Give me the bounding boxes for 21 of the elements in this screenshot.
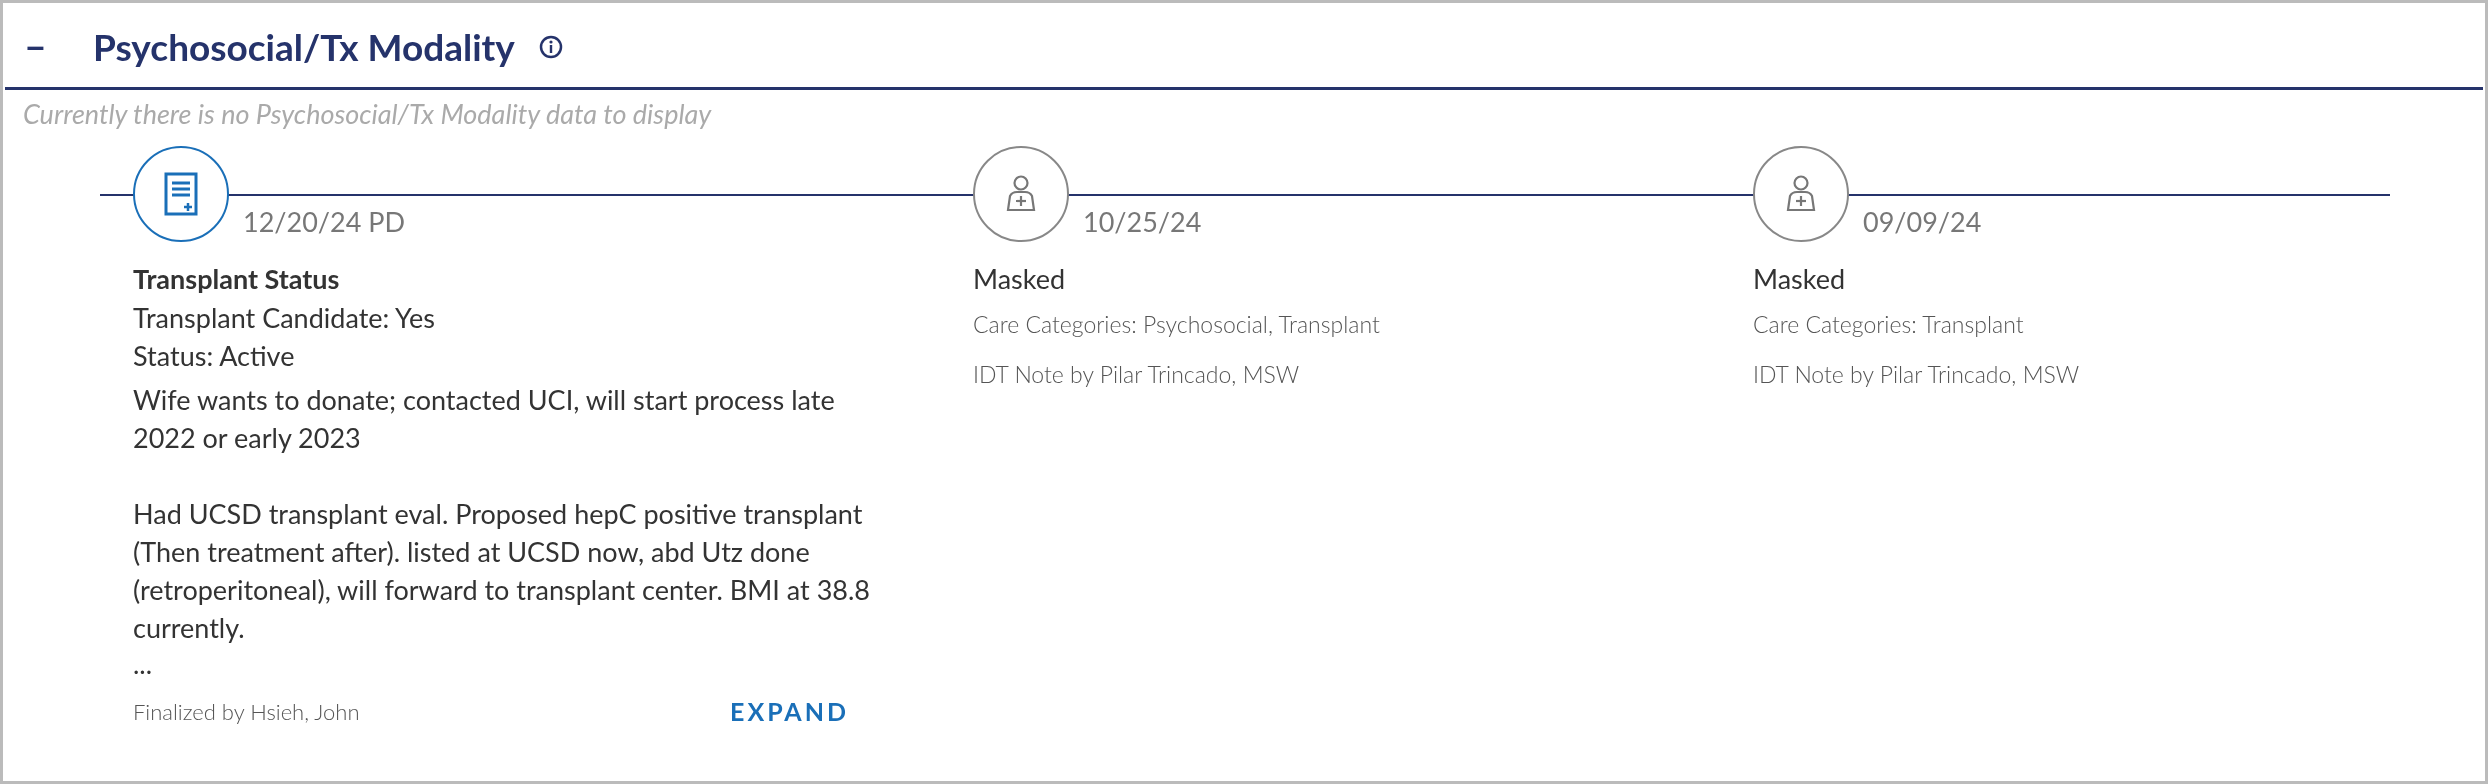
entry-detail: Transplant Candidate: Yes — [133, 300, 436, 336]
expand-button[interactable]: EXPAND — [730, 693, 849, 731]
ellipsis: ... — [133, 647, 154, 681]
entry-date: 10/25/24 — [1083, 204, 1202, 240]
document-icon — [164, 172, 198, 216]
collapse-button[interactable]: − — [25, 19, 75, 74]
info-icon[interactable] — [538, 34, 563, 59]
entry-detail: Care Categories: Transplant — [1753, 309, 2025, 340]
entry-detail: IDT Note by Pilar Trincado, MSW — [1753, 359, 2081, 390]
entry-date: 12/20/24 PD — [243, 204, 406, 240]
person-icon — [1784, 174, 1818, 214]
person-icon — [1004, 174, 1038, 214]
entry-detail: Status: Active — [133, 338, 296, 374]
empty-message: Currently there is no Psychosocial/Tx Modality data to display — [22, 95, 713, 132]
entry-date: 09/09/24 — [1863, 204, 1982, 240]
entry-title: Masked — [1753, 260, 1847, 297]
finalized-by: Finalized by Hsieh, John — [133, 697, 360, 728]
section-title: Psychosocial/Tx Modality — [93, 23, 515, 71]
note-paragraph: Wife wants to donate; contacted UCI, will start process late 2022 or early 2023 — [133, 382, 836, 456]
entry-title: Transplant Status — [133, 260, 341, 297]
note-paragraph: Had UCSD transplant eval. Proposed hepC positive transplant (Then treatment after). listed at UCSD now, abd Utz done (retroperitoneal), will forward to transplant center. BMI at 38.8 currently. — [133, 496, 871, 646]
